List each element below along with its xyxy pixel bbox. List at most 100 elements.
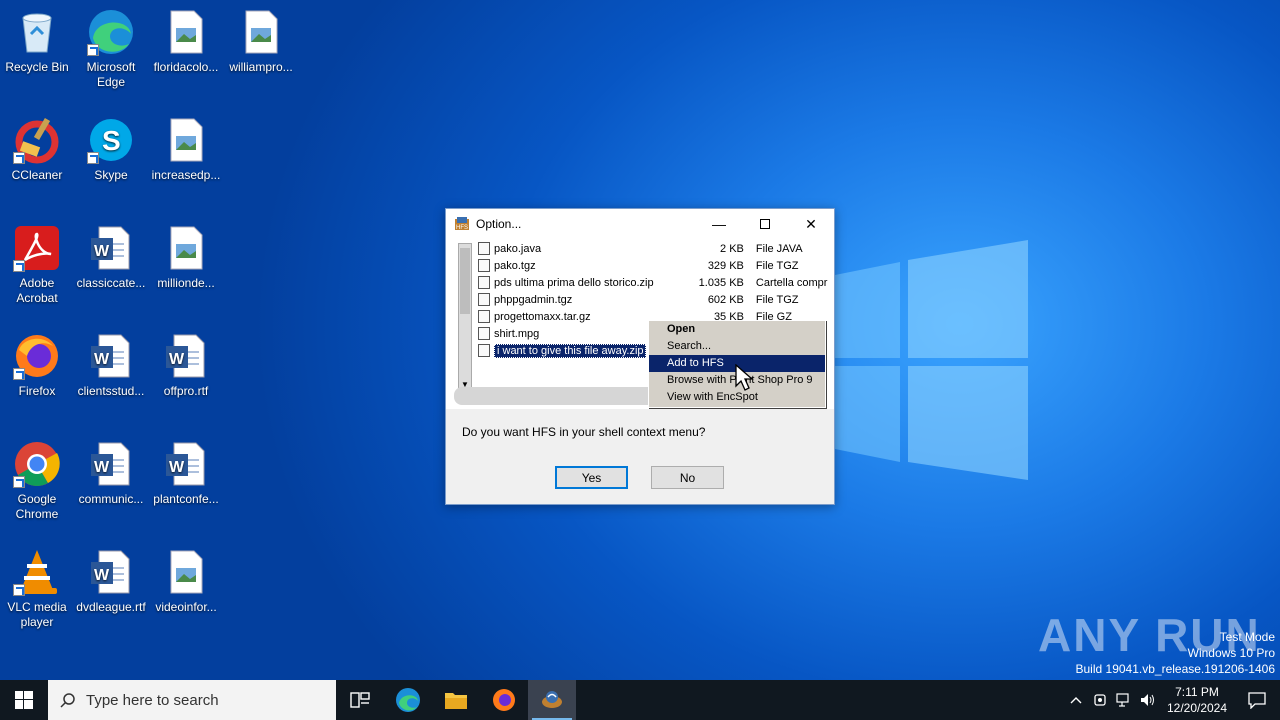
yes-button[interactable]: Yes (555, 466, 628, 489)
desktop-icon-label: plantconfe... (153, 492, 219, 506)
edge-icon (87, 8, 135, 56)
desktop-icon-firefox[interactable]: Firefox (0, 332, 75, 399)
file-icon (478, 310, 490, 323)
tray-overflow-button[interactable] (1064, 680, 1088, 720)
recycle-bin-icon (13, 8, 61, 56)
svg-text:W: W (169, 351, 185, 368)
file-type: File TGZ (755, 293, 799, 306)
vlc-icon (13, 548, 61, 596)
edge-icon (396, 688, 420, 712)
tray-app-button[interactable] (1088, 680, 1112, 720)
desktop-icon-label: williampro... (229, 60, 293, 74)
desktop-icon-label: Skype (94, 168, 128, 182)
file-size: 1.035 KB (698, 276, 744, 289)
clock-date: 12/20/2024 (1166, 701, 1228, 715)
dialog-titlebar[interactable]: HFS Option... — ✕ (446, 209, 834, 239)
word-doc-icon: W (87, 440, 135, 488)
svg-text:W: W (94, 243, 110, 260)
dialog-question: Do you want HFS in your shell context me… (462, 425, 706, 439)
file-icon (478, 293, 490, 306)
desktop-icon-dvdleague-rtf[interactable]: Wdvdleague.rtf (73, 548, 149, 615)
context-menu-item: Search... (667, 340, 712, 352)
shortcut-arrow-icon (13, 152, 25, 164)
desktop-icon-label: clientsstud... (77, 384, 145, 398)
ccleaner-icon (13, 116, 61, 164)
desktop-icon-label: videoinfor... (155, 600, 217, 614)
desktop-icon-offpro-rtf[interactable]: Woffpro.rtf (148, 332, 224, 399)
notification-icon (1248, 692, 1266, 709)
svg-text:W: W (94, 459, 110, 476)
taskbar-edge[interactable] (384, 680, 432, 720)
maximize-button[interactable] (742, 209, 788, 239)
image-file-icon (162, 116, 210, 164)
desktop-icon-label: floridacolo... (153, 60, 219, 74)
desktop-icon-williampro[interactable]: williampro... (223, 8, 299, 75)
action-center-button[interactable] (1234, 680, 1280, 720)
desktop-icon-microsoft-edge[interactable]: Microsoft Edge (73, 8, 149, 90)
desktop-icon-clientsstud[interactable]: Wclientsstud... (73, 332, 149, 399)
task-view-icon (350, 692, 370, 708)
desktop-icon-label: communic... (78, 492, 144, 506)
desktop-icon-label: Firefox (18, 384, 56, 398)
desktop-icon-vlc-media-player[interactable]: VLC media player (0, 548, 75, 630)
taskbar-clock[interactable]: 7:11 PM 12/20/2024 (1160, 684, 1234, 716)
desktop-icon-label: CCleaner (11, 168, 63, 182)
taskbar-firefox[interactable] (480, 680, 528, 720)
svg-text:W: W (94, 567, 110, 584)
file-size: 329 KB (707, 259, 744, 272)
file-icon (478, 276, 490, 289)
desktop-icon-plantconfe[interactable]: Wplantconfe... (148, 440, 224, 507)
word-doc-icon: W (162, 440, 210, 488)
acrobat-icon (13, 224, 61, 272)
no-button[interactable]: No (651, 466, 724, 489)
shortcut-arrow-icon (13, 584, 25, 596)
desktop-icon-videoinfor[interactable]: videoinfor... (148, 548, 224, 615)
file-list-item: pako.java 2 KB File JAVA (478, 240, 828, 257)
desktop-icon-floridacolo[interactable]: floridacolo... (148, 8, 224, 75)
desktop-icon-label: dvdleague.rtf (76, 600, 146, 614)
desktop-icon-communic[interactable]: Wcommunic... (73, 440, 149, 507)
word-doc-icon: W (87, 332, 135, 380)
desktop-icon-google-chrome[interactable]: Google Chrome (0, 440, 75, 522)
desktop-icon-label: Microsoft Edge (86, 60, 136, 89)
search-icon (60, 693, 75, 708)
desktop-icon-millionde[interactable]: millionde... (148, 224, 224, 291)
svg-text:HFS: HFS (456, 225, 468, 231)
chevron-up-icon (1070, 697, 1082, 704)
taskbar-search-box[interactable]: Type here to search (48, 680, 336, 720)
image-file-icon (237, 8, 285, 56)
start-button[interactable] (0, 680, 48, 720)
maximize-icon (760, 219, 770, 229)
taskbar-file-explorer[interactable] (432, 680, 480, 720)
desktop-icon-label: increasedp... (151, 168, 221, 182)
firefox-icon (493, 689, 515, 711)
file-type: File TGZ (755, 259, 799, 272)
file-size: 2 KB (720, 242, 744, 255)
shortcut-arrow-icon (87, 44, 99, 56)
shortcut-arrow-icon (87, 152, 99, 164)
network-button[interactable] (1112, 680, 1136, 720)
tray-app-icon (1094, 694, 1106, 706)
file-icon (478, 242, 490, 255)
desktop-icon-skype[interactable]: S Skype (73, 116, 149, 183)
firefox-icon (13, 332, 61, 380)
svg-text:S: S (102, 125, 121, 156)
close-button[interactable]: ✕ (788, 209, 834, 239)
task-view-button[interactable] (336, 680, 384, 720)
desktop-icon-recycle-bin[interactable]: Recycle Bin (0, 8, 75, 75)
desktop-icon-adobe-acrobat[interactable]: Adobe Acrobat (0, 224, 75, 306)
minimize-button[interactable]: — (696, 209, 742, 239)
file-size: 602 KB (707, 293, 744, 306)
desktop-icon-ccleaner[interactable]: CCleaner (0, 116, 75, 183)
desktop-icon-label: Recycle Bin (5, 60, 69, 74)
clock-time: 7:11 PM (1175, 685, 1219, 699)
word-doc-icon: W (87, 548, 135, 596)
volume-button[interactable] (1136, 680, 1160, 720)
preview-scrollbar: ▼ (458, 243, 472, 393)
file-icon (478, 259, 490, 272)
shortcut-arrow-icon (13, 368, 25, 380)
taskbar-hfs[interactable] (528, 680, 576, 720)
speaker-icon (1141, 694, 1154, 706)
desktop-icon-increasedp[interactable]: increasedp... (148, 116, 224, 183)
desktop-icon-classiccate[interactable]: Wclassiccate... (73, 224, 149, 291)
